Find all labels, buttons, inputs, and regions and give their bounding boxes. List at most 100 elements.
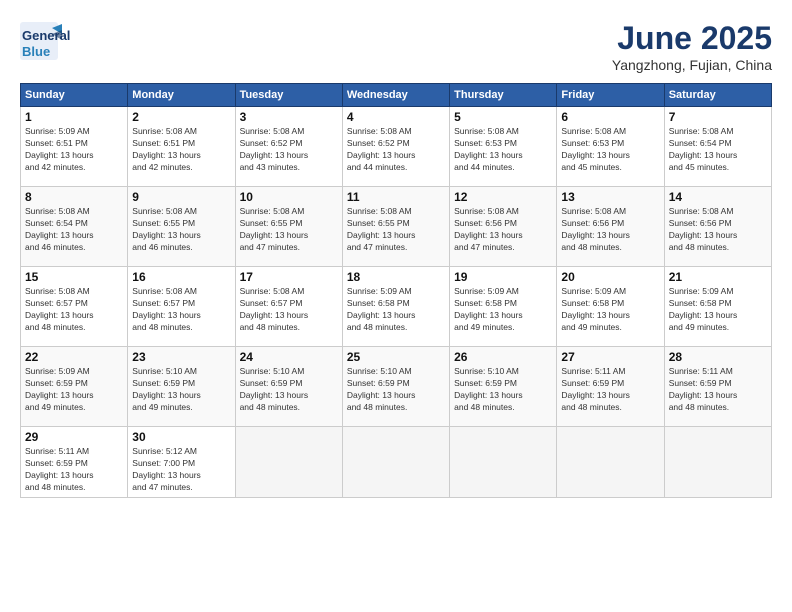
day-number: 5 <box>454 110 552 124</box>
day-number: 7 <box>669 110 767 124</box>
day-info: Sunrise: 5:11 AMSunset: 6:59 PMDaylight:… <box>561 366 659 414</box>
page: General Blue June 2025 Yangzhong, Fujian… <box>0 0 792 612</box>
table-row <box>557 427 664 498</box>
table-row: 14 Sunrise: 5:08 AMSunset: 6:56 PMDayligh… <box>664 187 771 267</box>
day-info: Sunrise: 5:08 AMSunset: 6:53 PMDaylight:… <box>454 126 552 174</box>
day-number: 14 <box>669 190 767 204</box>
day-info: Sunrise: 5:09 AMSunset: 6:59 PMDaylight:… <box>25 366 123 414</box>
day-info: Sunrise: 5:08 AMSunset: 6:56 PMDaylight:… <box>454 206 552 254</box>
day-number: 24 <box>240 350 338 364</box>
table-row: 3 Sunrise: 5:08 AMSunset: 6:52 PMDaylight… <box>235 107 342 187</box>
table-row: 1Sunrise: 5:09 AMSunset: 6:51 PMDaylight… <box>21 107 128 187</box>
table-row: 2 Sunrise: 5:08 AMSunset: 6:51 PMDaylight… <box>128 107 235 187</box>
col-monday: Monday <box>128 84 235 107</box>
day-info: Sunrise: 5:08 AMSunset: 6:51 PMDaylight:… <box>132 126 230 174</box>
day-info: Sunrise: 5:10 AMSunset: 6:59 PMDaylight:… <box>347 366 445 414</box>
day-info: Sunrise: 5:08 AMSunset: 6:55 PMDaylight:… <box>132 206 230 254</box>
day-number: 30 <box>132 430 230 444</box>
day-info: Sunrise: 5:08 AMSunset: 6:57 PMDaylight:… <box>132 286 230 334</box>
day-info: Sunrise: 5:10 AMSunset: 6:59 PMDaylight:… <box>132 366 230 414</box>
table-row: 9 Sunrise: 5:08 AMSunset: 6:55 PMDaylight… <box>128 187 235 267</box>
table-row: 22 Sunrise: 5:09 AMSunset: 6:59 PMDayligh… <box>21 347 128 427</box>
table-row: 6Sunrise: 5:08 AMSunset: 6:53 PMDaylight… <box>557 107 664 187</box>
table-row <box>664 427 771 498</box>
day-number: 1 <box>25 110 123 124</box>
table-row: 29Sunrise: 5:11 AMSunset: 6:59 PMDayligh… <box>21 427 128 498</box>
table-row: 8Sunrise: 5:08 AMSunset: 6:54 PMDaylight… <box>21 187 128 267</box>
table-row: 21 Sunrise: 5:09 AMSunset: 6:58 PMDayligh… <box>664 267 771 347</box>
col-thursday: Thursday <box>450 84 557 107</box>
table-row: 10 Sunrise: 5:08 AMSunset: 6:55 PMDayligh… <box>235 187 342 267</box>
day-info: Sunrise: 5:09 AMSunset: 6:58 PMDaylight:… <box>454 286 552 334</box>
logo-svg: General Blue <box>20 20 110 70</box>
day-number: 11 <box>347 190 445 204</box>
day-number: 21 <box>669 270 767 284</box>
day-number: 17 <box>240 270 338 284</box>
header: General Blue June 2025 Yangzhong, Fujian… <box>20 20 772 73</box>
table-row: 12 Sunrise: 5:08 AMSunset: 6:56 PMDayligh… <box>450 187 557 267</box>
table-row: 15 Sunrise: 5:08 AMSunset: 6:57 PMDayligh… <box>21 267 128 347</box>
day-info: Sunrise: 5:08 AMSunset: 6:55 PMDaylight:… <box>240 206 338 254</box>
day-info: Sunrise: 5:08 AMSunset: 6:53 PMDaylight:… <box>561 126 659 174</box>
day-number: 25 <box>347 350 445 364</box>
day-info: Sunrise: 5:09 AMSunset: 6:58 PMDaylight:… <box>669 286 767 334</box>
day-info: Sunrise: 5:08 AMSunset: 6:57 PMDaylight:… <box>25 286 123 334</box>
day-info: Sunrise: 5:09 AMSunset: 6:58 PMDaylight:… <box>347 286 445 334</box>
day-number: 19 <box>454 270 552 284</box>
subtitle: Yangzhong, Fujian, China <box>612 57 772 73</box>
day-number: 15 <box>25 270 123 284</box>
col-sunday: Sunday <box>21 84 128 107</box>
svg-text:Blue: Blue <box>22 44 50 59</box>
table-row: 28 Sunrise: 5:11 AMSunset: 6:59 PMDayligh… <box>664 347 771 427</box>
table-row: 4 Sunrise: 5:08 AMSunset: 6:52 PMDaylight… <box>342 107 449 187</box>
day-info: Sunrise: 5:08 AMSunset: 6:54 PMDaylight:… <box>669 126 767 174</box>
table-row: 13 Sunrise: 5:08 AMSunset: 6:56 PMDayligh… <box>557 187 664 267</box>
day-number: 3 <box>240 110 338 124</box>
table-row: 24 Sunrise: 5:10 AMSunset: 6:59 PMDayligh… <box>235 347 342 427</box>
table-row: 19 Sunrise: 5:09 AMSunset: 6:58 PMDayligh… <box>450 267 557 347</box>
day-info: Sunrise: 5:08 AMSunset: 6:57 PMDaylight:… <box>240 286 338 334</box>
day-info: Sunrise: 5:08 AMSunset: 6:56 PMDaylight:… <box>561 206 659 254</box>
table-row: 17 Sunrise: 5:08 AMSunset: 6:57 PMDayligh… <box>235 267 342 347</box>
day-info: Sunrise: 5:08 AMSunset: 6:52 PMDaylight:… <box>347 126 445 174</box>
logo: General Blue <box>20 20 110 70</box>
day-number: 12 <box>454 190 552 204</box>
table-row: 27Sunrise: 5:11 AMSunset: 6:59 PMDayligh… <box>557 347 664 427</box>
col-wednesday: Wednesday <box>342 84 449 107</box>
day-number: 2 <box>132 110 230 124</box>
table-row <box>450 427 557 498</box>
day-number: 16 <box>132 270 230 284</box>
day-info: Sunrise: 5:10 AMSunset: 6:59 PMDaylight:… <box>240 366 338 414</box>
table-row <box>342 427 449 498</box>
calendar-table: Sunday Monday Tuesday Wednesday Thursday… <box>20 83 772 498</box>
table-row: 23 Sunrise: 5:10 AMSunset: 6:59 PMDayligh… <box>128 347 235 427</box>
day-number: 18 <box>347 270 445 284</box>
day-number: 28 <box>669 350 767 364</box>
col-friday: Friday <box>557 84 664 107</box>
table-row: 11Sunrise: 5:08 AMSunset: 6:55 PMDayligh… <box>342 187 449 267</box>
day-number: 23 <box>132 350 230 364</box>
day-number: 22 <box>25 350 123 364</box>
table-row <box>235 427 342 498</box>
day-number: 8 <box>25 190 123 204</box>
table-row: 26 Sunrise: 5:10 AMSunset: 6:59 PMDayligh… <box>450 347 557 427</box>
svg-text:General: General <box>22 28 70 43</box>
table-row: 30 Sunrise: 5:12 AMSunset: 7:00 PMDayligh… <box>128 427 235 498</box>
month-title: June 2025 <box>612 20 772 57</box>
day-info: Sunrise: 5:09 AMSunset: 6:58 PMDaylight:… <box>561 286 659 334</box>
day-number: 9 <box>132 190 230 204</box>
day-number: 20 <box>561 270 659 284</box>
day-info: Sunrise: 5:10 AMSunset: 6:59 PMDaylight:… <box>454 366 552 414</box>
col-saturday: Saturday <box>664 84 771 107</box>
day-number: 26 <box>454 350 552 364</box>
day-info: Sunrise: 5:11 AMSunset: 6:59 PMDaylight:… <box>669 366 767 414</box>
day-number: 4 <box>347 110 445 124</box>
day-info: Sunrise: 5:11 AMSunset: 6:59 PMDaylight:… <box>25 446 123 494</box>
table-row: 18 Sunrise: 5:09 AMSunset: 6:58 PMDayligh… <box>342 267 449 347</box>
day-info: Sunrise: 5:08 AMSunset: 6:52 PMDaylight:… <box>240 126 338 174</box>
day-info: Sunrise: 5:08 AMSunset: 6:56 PMDaylight:… <box>669 206 767 254</box>
day-info: Sunrise: 5:12 AMSunset: 7:00 PMDaylight:… <box>132 446 230 494</box>
day-number: 10 <box>240 190 338 204</box>
col-tuesday: Tuesday <box>235 84 342 107</box>
day-number: 13 <box>561 190 659 204</box>
